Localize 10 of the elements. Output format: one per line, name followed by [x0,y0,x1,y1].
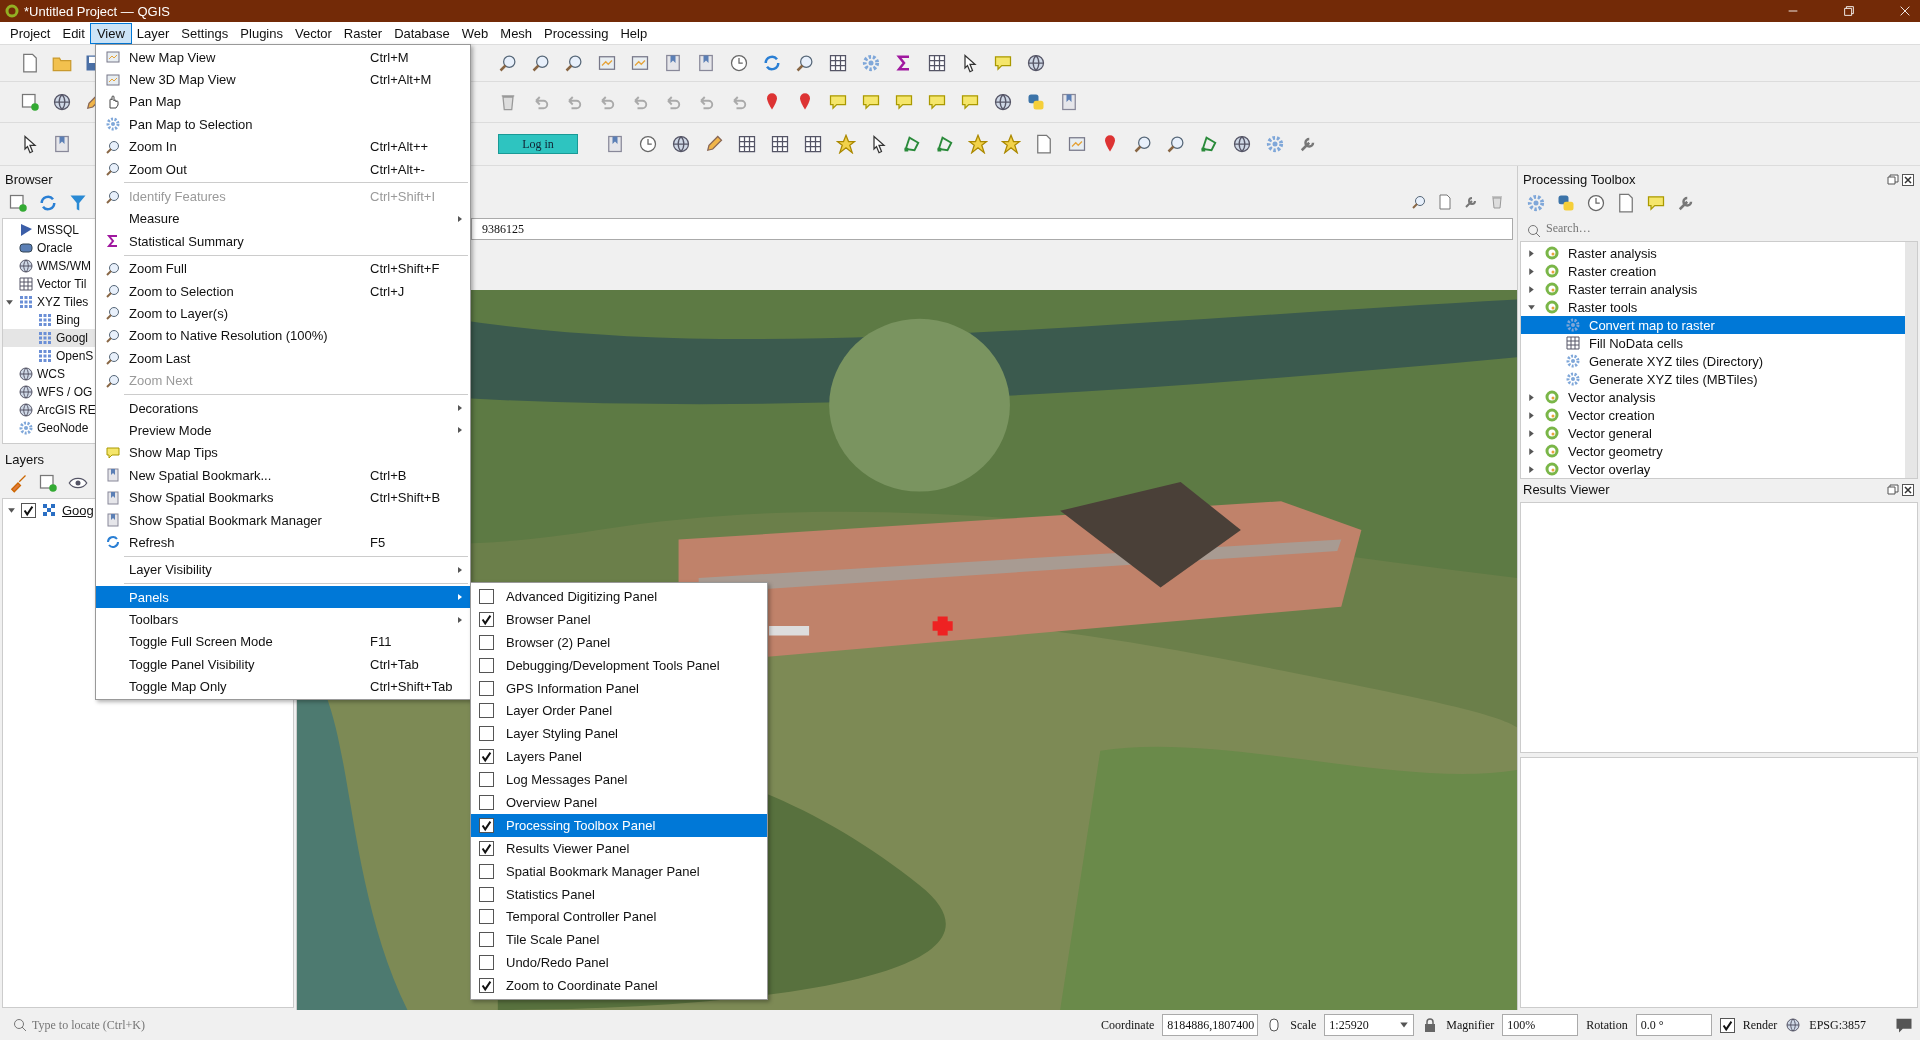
status-label: Scale [1290,1017,1317,1033]
status-label: Render [1742,1017,1778,1033]
panel-title: Results Viewer [1523,482,1610,497]
status-label: Coordinate [1101,1017,1155,1033]
panel-title: Browser [5,172,53,187]
status-label: Rotation [1586,1017,1628,1033]
window-title: *Untitled Project — QGIS [24,3,170,19]
panel-title: Layers [5,452,45,467]
panel-title: Processing Toolbox [1523,172,1636,187]
status-label: Magnifier [1446,1017,1495,1033]
